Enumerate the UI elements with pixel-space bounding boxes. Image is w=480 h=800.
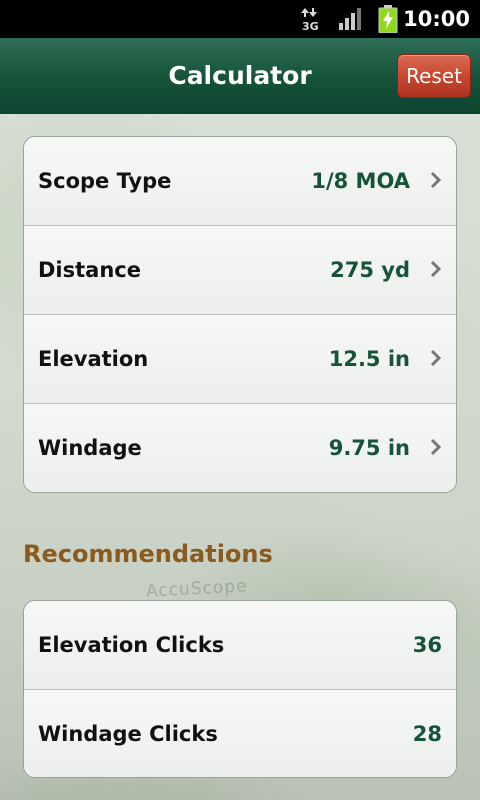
setting-value: 12.5 in	[328, 347, 410, 371]
chevron-right-icon	[430, 438, 442, 456]
setting-row-distance[interactable]: Distance 275 yd	[24, 226, 456, 315]
setting-value: 9.75 in	[328, 436, 410, 460]
setting-label: Distance	[38, 258, 141, 282]
content-area: AccuScope Scope Type 1/8 MOA Distance 27…	[0, 114, 480, 800]
recommendation-label: Elevation Clicks	[38, 633, 225, 657]
chevron-right-icon	[430, 171, 442, 189]
setting-row-elevation[interactable]: Elevation 12.5 in	[24, 315, 456, 404]
chevron-right-icon	[430, 260, 442, 278]
status-time: 10:00	[403, 7, 470, 31]
3g-data-icon: 3G	[301, 8, 319, 32]
setting-value: 275 yd	[330, 258, 410, 282]
setting-row-scope-type[interactable]: Scope Type 1/8 MOA	[24, 137, 456, 226]
battery-charging-icon	[378, 5, 398, 33]
chevron-right-icon	[430, 349, 442, 367]
settings-card: Scope Type 1/8 MOA Distance 275 yd Eleva…	[23, 136, 457, 493]
recommendation-row-windage-clicks: Windage Clicks 28	[24, 690, 456, 777]
setting-value: 1/8 MOA	[311, 169, 410, 193]
title-bar: Calculator Reset	[0, 38, 480, 115]
status-bar: 3G 10:00	[0, 0, 480, 38]
setting-label: Windage	[38, 436, 142, 460]
recommendation-value: 36	[412, 633, 442, 657]
signal-icon	[339, 8, 361, 30]
recommendations-header: Recommendations	[23, 540, 273, 568]
recommendations-card: Elevation Clicks 36 Windage Clicks 28	[23, 600, 457, 778]
recommendation-value: 28	[412, 722, 442, 746]
recommendation-label: Windage Clicks	[38, 722, 218, 746]
setting-label: Elevation	[38, 347, 149, 371]
setting-label: Scope Type	[38, 169, 172, 193]
reset-button[interactable]: Reset	[397, 54, 471, 98]
recommendation-row-elevation-clicks: Elevation Clicks 36	[24, 601, 456, 690]
network-type: 3G	[302, 20, 319, 32]
setting-row-windage[interactable]: Windage 9.75 in	[24, 404, 456, 492]
background-watermark: AccuScope	[145, 576, 249, 602]
